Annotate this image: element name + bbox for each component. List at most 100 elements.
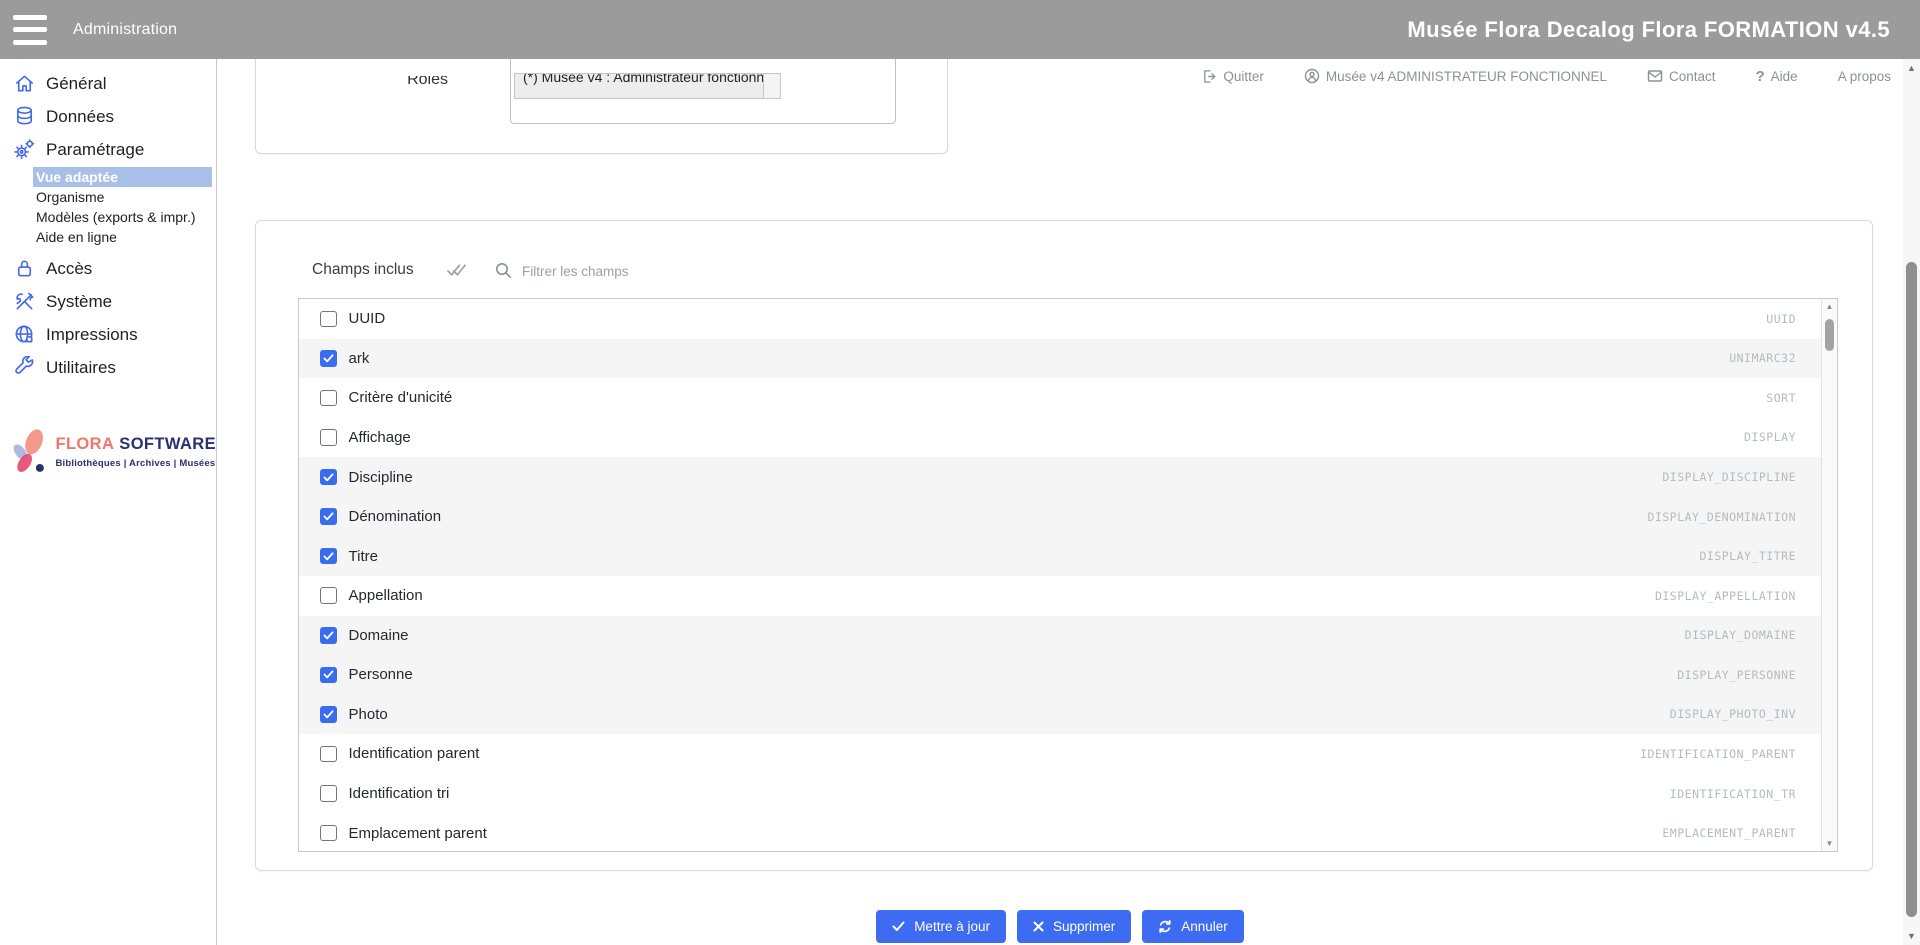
field-code: EMPLACEMENT_PARENT [1662,826,1796,840]
checkbox-checked[interactable] [320,706,337,723]
checkbox-unchecked[interactable] [320,825,337,842]
field-code: DISPLAY_DENOMINATION [1648,510,1796,524]
main-content: Quitter Musée v4 ADMINISTRATEUR FONCTION… [217,59,1903,945]
check-icon [892,921,905,932]
app-title: Musée Flora Decalog Flora FORMATION v4.5 [1407,0,1890,59]
sidebar-subitem-modeles[interactable]: Modèles (exports & impr.) [0,207,216,227]
search-icon [495,262,512,284]
sidebar-item-label: Données [46,107,114,127]
brand-primary: FLORA [55,435,114,453]
checkbox-checked[interactable] [320,469,337,486]
sidebar-item-label: Accès [46,259,92,279]
help-link[interactable]: ? Aide [1756,68,1798,85]
field-label: Dénomination [349,508,442,525]
fields-rows: UUIDUUIDarkUNIMARC32Critère d'unicitéSOR… [299,299,1837,852]
scroll-down-icon[interactable]: ▼ [1822,839,1837,848]
checkbox-unchecked[interactable] [320,311,337,328]
delete-label: Supprimer [1053,919,1115,934]
sidebar-item-parametrage[interactable]: Paramétrage [0,134,216,165]
checkbox-checked[interactable] [320,667,337,684]
field-label: Appellation [349,587,423,604]
about-link[interactable]: A propos [1838,69,1891,84]
cancel-button[interactable]: Annuler [1142,910,1244,943]
page-scrollbar[interactable]: ▲ ▼ [1903,59,1920,945]
fields-list: UUIDUUIDarkUNIMARC32Critère d'unicitéSOR… [298,298,1838,852]
sidebar-item-label: Impressions [46,325,138,345]
field-label: Emplacement parent [349,825,487,842]
user-link[interactable]: Musée v4 ADMINISTRATEUR FONCTIONNEL [1304,68,1607,84]
checkbox-unchecked[interactable] [320,390,337,407]
top-toolbar: Quitter Musée v4 ADMINISTRATEUR FONCTION… [1202,59,1891,93]
checkbox-checked[interactable] [320,548,337,565]
contact-link[interactable]: Contact [1647,69,1716,84]
checkbox-unchecked[interactable] [320,587,337,604]
roles-option-text: (*) Musée v4 : Administrateur fonctionne… [523,73,760,88]
sidebar-item-utilitaires[interactable]: Utilitaires [0,352,216,383]
sidebar-item-donnees[interactable]: Données [0,101,216,132]
sidebar-item-label: Paramétrage [46,140,144,160]
roles-listbox-scrollbar[interactable] [763,74,780,98]
field-row[interactable]: Emplacement parent EMPLACEMENT_PARENT [299,813,1837,852]
field-row[interactable]: PhotoDISPLAY_PHOTO_INV [299,695,1837,735]
sidebar-item-acces[interactable]: Accès [0,253,216,284]
field-row[interactable]: arkUNIMARC32 [299,339,1837,379]
checkbox-checked[interactable] [320,508,337,525]
page-scroll-down-icon[interactable]: ▼ [1903,931,1920,941]
field-row[interactable]: UUIDUUID [299,299,1837,339]
sidebar-subitem-aide-en-ligne[interactable]: Aide en ligne [0,227,216,247]
section-title: Administration [73,21,177,39]
fields-scrollbar-thumb[interactable] [1825,319,1834,351]
field-label: Affichage [349,429,411,446]
field-row[interactable]: AffichageDISPLAY [299,418,1837,458]
field-label: Identification parent [349,745,480,762]
filter-fields-input[interactable] [522,253,942,289]
field-label: ark [349,350,370,367]
menu-icon[interactable] [13,15,47,45]
field-label: Discipline [349,469,413,486]
checkbox-unchecked[interactable] [320,785,337,802]
page-scroll-up-icon[interactable]: ▲ [1903,63,1920,73]
field-row[interactable]: DisciplineDISPLAY_DISCIPLINE [299,457,1837,497]
quit-link[interactable]: Quitter [1202,69,1264,84]
field-row[interactable]: DomaineDISPLAY_DOMAINE [299,616,1837,656]
field-row[interactable]: Identification parentIDENTIFICATION_PARE… [299,734,1837,774]
butterfly-logo-icon [8,417,51,487]
field-code: DISPLAY_TITRE [1699,549,1796,563]
scroll-up-icon[interactable]: ▲ [1822,302,1837,311]
sidebar-item-systeme[interactable]: Système [0,286,216,317]
field-label: UUID [349,310,386,327]
brand-tagline: Bibliothèques | Archives | Musées [55,458,216,469]
sidebar-subitem-organisme[interactable]: Organisme [0,187,216,207]
page-scrollbar-thumb[interactable] [1906,262,1917,917]
field-row[interactable]: PersonneDISPLAY_PERSONNE [299,655,1837,695]
envelope-icon [1647,69,1663,83]
field-row[interactable]: AppellationDISPLAY_APPELLATION [299,576,1837,616]
field-row[interactable]: Critère d'unicitéSORT [299,378,1837,418]
app-header: Administration Musée Flora Decalog Flora… [0,0,1920,59]
roles-listbox[interactable]: (*) Musée v4 : Administrateur fonctionne… [514,60,781,100]
parametrage-submenu: Vue adaptée Organisme Modèles (exports &… [0,167,216,247]
sidebar-item-label: Système [46,292,112,312]
roles-selected-option[interactable]: (*) Musée v4 : Administrateur fonctionne… [514,73,781,99]
about-label: A propos [1838,69,1891,84]
administration-screen: Administration Musée Flora Decalog Flora… [0,0,1920,945]
checkbox-unchecked[interactable] [320,429,337,446]
checkbox-checked[interactable] [320,627,337,644]
contact-label: Contact [1669,69,1716,84]
delete-button[interactable]: Supprimer [1017,910,1131,943]
question-mark-icon: ? [1756,68,1765,85]
checkbox-checked[interactable] [320,350,337,367]
fields-panel-title: Champs inclus [312,261,414,279]
field-row[interactable]: Identification triIDENTIFICATION_TR [299,774,1837,814]
update-label: Mettre à jour [914,919,990,934]
checkbox-unchecked[interactable] [320,746,337,763]
sidebar-subitem-vue-adaptee[interactable]: Vue adaptée [33,167,212,187]
gears-icon [11,138,37,162]
field-label: Titre [349,548,378,565]
sidebar-item-general[interactable]: Général [0,68,216,99]
field-row[interactable]: Titre DISPLAY_TITRE [299,536,1837,576]
sidebar-item-impressions[interactable]: Impressions [0,319,216,350]
field-row[interactable]: Dénomination DISPLAY_DENOMINATION [299,497,1837,537]
update-button[interactable]: Mettre à jour [876,910,1006,943]
fields-list-scrollbar[interactable]: ▲ ▼ [1821,299,1837,851]
